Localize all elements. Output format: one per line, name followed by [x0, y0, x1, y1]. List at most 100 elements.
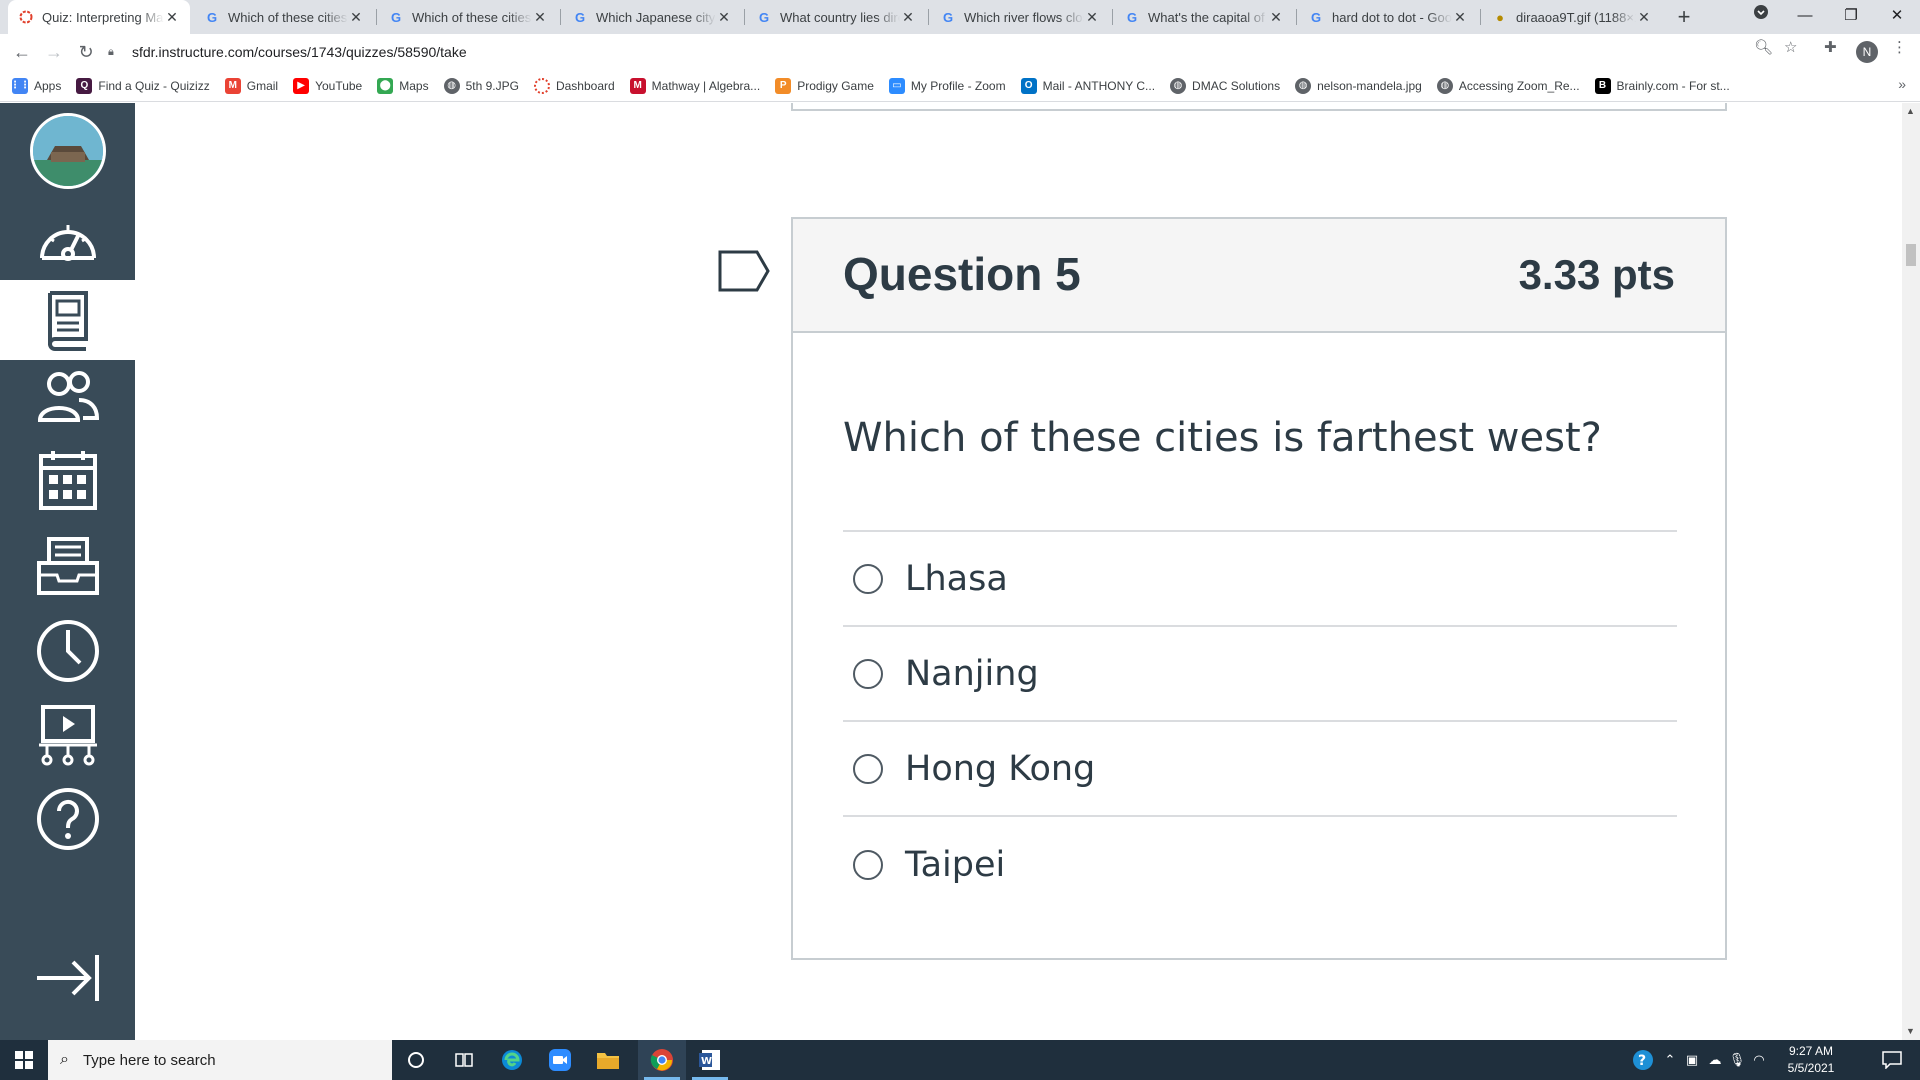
scroll-up-icon[interactable]: ▲ [1906, 106, 1915, 116]
browser-tab-1[interactable]: G Which of these cities is ✕ [194, 0, 374, 34]
microphone-icon[interactable]: 🎙︎ [1728, 1040, 1746, 1080]
help-icon [36, 788, 99, 850]
flag-question-icon[interactable] [717, 249, 771, 293]
bookmark-dmac[interactable]: ◍ DMAC Solutions [1170, 77, 1280, 94]
bookmark-apps[interactable]: ⋮⋮ Apps [10, 77, 61, 94]
onedrive-icon[interactable]: ☁ [1704, 1040, 1726, 1080]
reload-icon[interactable]: ↻ [72, 38, 100, 66]
google-icon: G [942, 9, 954, 25]
browser-tab-4[interactable]: G What country lies direc ✕ [746, 0, 926, 34]
word-app-icon[interactable]: W [686, 1040, 734, 1080]
address-bar[interactable]: 🔒︎ sfdr.instructure.com/courses/1743/qui… [108, 38, 1788, 66]
browser-tab-6[interactable]: G What's the capital of S ✕ [1114, 0, 1294, 34]
extensions-icon[interactable]: ✚ [1824, 38, 1837, 56]
nav-calendar[interactable] [0, 441, 135, 521]
radio-button[interactable] [853, 849, 883, 880]
nav-groups[interactable] [0, 357, 135, 437]
profile-avatar[interactable]: N [1856, 41, 1878, 63]
bookmark-star-icon[interactable]: ☆ [1784, 38, 1797, 56]
browser-tab-0[interactable]: Quiz: Interpreting Map ✕ [8, 0, 190, 34]
nav-courses[interactable] [0, 280, 135, 360]
close-tab-icon[interactable]: ✕ [1268, 9, 1284, 26]
close-tab-icon[interactable]: ✕ [532, 9, 548, 26]
radio-button[interactable] [853, 658, 883, 689]
notifications-icon[interactable] [1874, 1040, 1910, 1080]
maximize-icon[interactable]: ❐ [1828, 0, 1874, 34]
nav-collapse[interactable] [0, 938, 135, 1018]
scroll-down-icon[interactable]: ▼ [1906, 1026, 1915, 1036]
answer-option[interactable]: Taipei [843, 817, 1677, 912]
question-card: Question 5 3.33 pts Which of these citie… [791, 217, 1727, 960]
new-tab-icon[interactable]: + [1670, 3, 1698, 31]
close-tab-icon[interactable]: ✕ [348, 9, 364, 26]
bookmark-gmail[interactable]: M Gmail [224, 77, 278, 94]
bookmark-quizizz[interactable]: Q Find a Quiz - Quizizz [76, 77, 210, 94]
prodigy-icon: P [775, 77, 792, 94]
answer-option[interactable]: Nanjing [843, 627, 1677, 722]
show-hidden-icons-icon[interactable]: ⌃ [1660, 1040, 1680, 1080]
browser-tab-5[interactable]: G Which river flows close ✕ [930, 0, 1110, 34]
zoom-app-icon[interactable] [536, 1040, 584, 1080]
bookmark-dashboard[interactable]: Dashboard [533, 77, 615, 94]
globe-icon: ◍ [1170, 77, 1187, 94]
chrome-app-icon[interactable] [638, 1040, 686, 1080]
answer-label: Lhasa [905, 558, 1008, 599]
nav-help[interactable] [0, 779, 135, 859]
file-explorer-icon[interactable] [584, 1040, 632, 1080]
browser-tab-2[interactable]: G Which of these cities is ✕ [378, 0, 558, 34]
bookmark-nelson[interactable]: ◍ nelson-mandela.jpg [1295, 77, 1422, 94]
radio-button[interactable] [853, 563, 883, 594]
edge-icon[interactable] [488, 1040, 536, 1080]
close-tab-icon[interactable]: ✕ [1452, 9, 1468, 26]
chrome-menu-icon[interactable]: ⋮ [1892, 38, 1907, 56]
browser-tab-7[interactable]: G hard dot to dot - Goo ✕ [1298, 0, 1478, 34]
bookmark-maps[interactable]: ⬤ Maps [377, 77, 429, 94]
bookmark-mathway[interactable]: M Mathway | Algebra... [629, 77, 760, 94]
close-tab-icon[interactable]: ✕ [716, 9, 732, 26]
nav-studio[interactable] [0, 696, 135, 776]
close-window-icon[interactable]: ✕ [1874, 0, 1920, 34]
help-tray-icon[interactable]: ? [1628, 1040, 1658, 1080]
close-tab-icon[interactable]: ✕ [1084, 9, 1100, 26]
meet-now-icon[interactable]: ▣ [1682, 1040, 1702, 1080]
radio-button[interactable] [853, 753, 883, 784]
task-view-icon[interactable] [440, 1040, 488, 1080]
browser-tab-3[interactable]: G Which Japanese city is ✕ [562, 0, 742, 34]
history-icon [36, 620, 99, 682]
bookmark-prodigy[interactable]: P Prodigy Game [775, 77, 874, 94]
answer-label: Nanjing [905, 653, 1039, 694]
start-button[interactable] [0, 1040, 48, 1080]
page-scrollbar[interactable]: ▲ ▼ [1902, 103, 1920, 1040]
close-tab-icon[interactable]: ✕ [900, 9, 916, 26]
bookmark-mail[interactable]: O Mail - ANTHONY C... [1020, 77, 1155, 94]
tab-search-icon[interactable] [1738, 0, 1784, 34]
close-tab-icon[interactable]: ✕ [164, 9, 180, 26]
answer-option[interactable]: Lhasa [843, 532, 1677, 627]
nav-inbox[interactable] [0, 526, 135, 606]
nav-dashboard[interactable] [0, 201, 135, 281]
bookmark-zoom[interactable]: ▭ My Profile - Zoom [888, 77, 1006, 94]
forward-icon[interactable]: → [40, 38, 68, 66]
answer-option[interactable]: Hong Kong [843, 722, 1677, 817]
courses-icon [47, 291, 88, 351]
question-points: 3.33 pts [1518, 251, 1675, 298]
zoom-icon[interactable]: 🔍︎ [1754, 38, 1773, 56]
scroll-thumb[interactable] [1906, 244, 1916, 266]
answer-list: Lhasa Nanjing Hong Kong Taipei [843, 530, 1677, 912]
taskbar-search-box[interactable]: ⌕ Type here to search [48, 1040, 392, 1080]
school-logo[interactable] [30, 113, 106, 189]
bookmark-youtube[interactable]: ▶ YouTube [293, 77, 362, 94]
nav-history[interactable] [0, 611, 135, 691]
system-clock[interactable]: 9:27 AM 5/5/2021 [1776, 1043, 1846, 1077]
bookmark-brainly[interactable]: B Brainly.com - For st... [1594, 77, 1730, 94]
minimize-icon[interactable]: — [1782, 0, 1828, 34]
browser-tab-8[interactable]: ● diraaoa9T.gif (1188×1 ✕ [1482, 0, 1662, 34]
close-tab-icon[interactable]: ✕ [1636, 9, 1652, 26]
bookmark-accessing-zoom[interactable]: ◍ Accessing Zoom_Re... [1436, 77, 1580, 94]
more-bookmarks-icon[interactable]: » [1898, 76, 1906, 92]
wifi-icon[interactable]: ◠ [1750, 1040, 1768, 1080]
cortana-icon[interactable] [392, 1040, 440, 1080]
bookmark-5th[interactable]: ◍ 5th 9.JPG [443, 77, 519, 94]
back-icon[interactable]: ← [8, 38, 36, 66]
question-header: Question 5 3.33 pts [793, 219, 1725, 333]
